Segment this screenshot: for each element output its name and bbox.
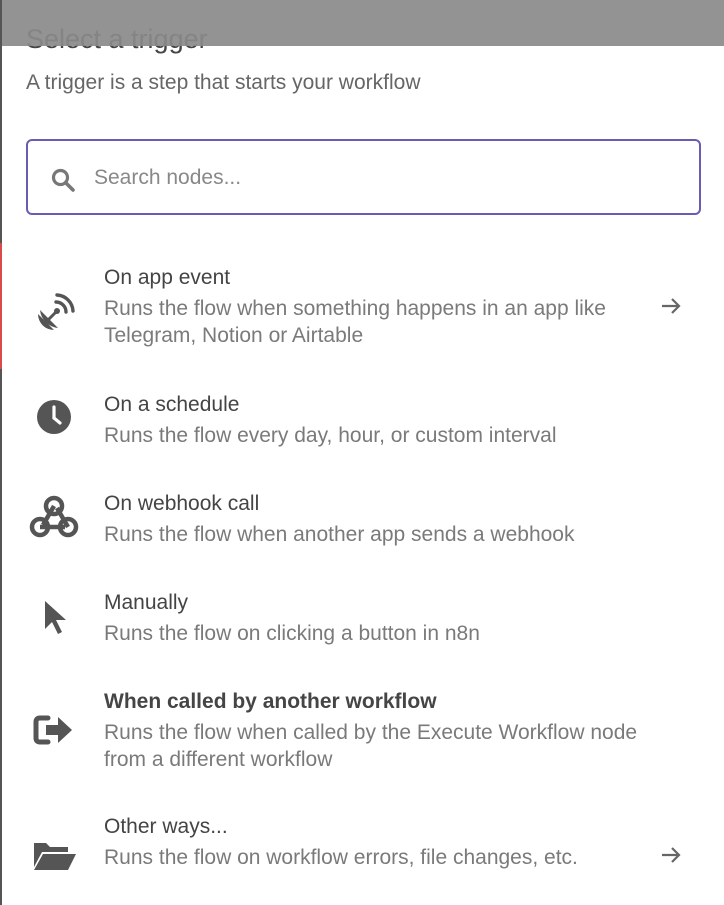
page-title: Select a trigger [26,24,208,54]
trigger-when-called-by-another-workflow[interactable]: When called by another workflow Runs the… [2,686,724,786]
arrow-right-icon [662,298,681,314]
trigger-description: Runs the flow on workflow errors, file c… [104,846,578,869]
sign-in-icon [28,704,80,756]
search-icon [51,168,75,192]
trigger-on-a-schedule[interactable]: On a schedule Runs the flow every day, h… [2,389,724,459]
trigger-on-webhook-call[interactable]: On webhook call Runs the flow when anoth… [2,488,724,558]
trigger-title: On webhook call [104,492,260,515]
arrow-right-icon [662,847,681,863]
search-box[interactable] [26,139,701,215]
satellite-dish-icon [28,288,80,340]
webhook-icon [28,490,80,542]
trigger-description: Runs the flow when called by the Execute… [104,721,638,771]
trigger-panel: Select a trigger A trigger is a step tha… [2,0,724,905]
folder-open-icon [28,829,80,881]
trigger-title: When called by another workflow [104,690,437,713]
panel-left-edge [0,0,2,905]
trigger-description: Runs the flow on clicking a button in n8… [104,622,480,645]
selection-indicator [0,243,2,369]
trigger-description: Runs the flow every day, hour, or custom… [104,424,557,447]
trigger-on-app-event[interactable]: On app event Runs the flow when somethin… [2,262,724,362]
trigger-title: On a schedule [104,393,240,416]
page-subtitle: A trigger is a step that starts your wor… [26,71,421,94]
trigger-other-ways[interactable]: Other ways... Runs the flow on workflow … [2,811,724,905]
clock-icon [28,391,80,443]
trigger-title: Manually [104,591,189,614]
trigger-description: Runs the flow when something happens in … [104,297,606,347]
trigger-manually[interactable]: Manually Runs the flow on clicking a but… [2,587,724,657]
trigger-title: On app event [104,266,231,289]
trigger-title: Other ways... [104,815,228,838]
trigger-description: Runs the flow when another app sends a w… [104,523,575,546]
search-input[interactable] [94,159,674,197]
cursor-icon [28,591,80,643]
